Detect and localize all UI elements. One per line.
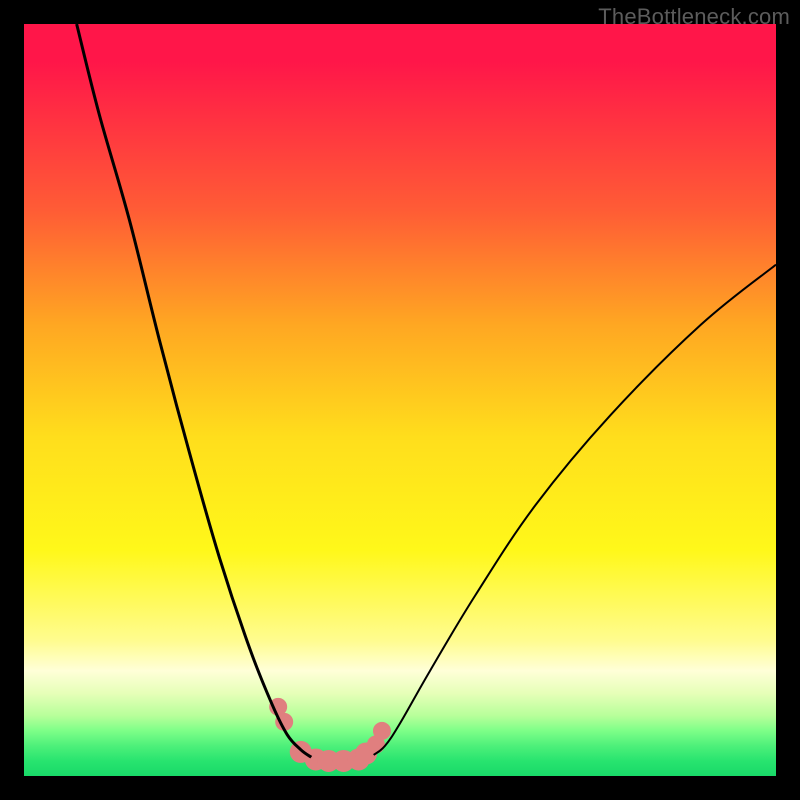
right-curve bbox=[374, 265, 776, 755]
chart-svg bbox=[24, 24, 776, 776]
chart-frame: TheBottleneck.com bbox=[0, 0, 800, 800]
plot-area bbox=[24, 24, 776, 776]
valley-marker bbox=[373, 722, 391, 740]
left-curve bbox=[77, 24, 312, 757]
watermark-text: TheBottleneck.com bbox=[598, 4, 790, 30]
